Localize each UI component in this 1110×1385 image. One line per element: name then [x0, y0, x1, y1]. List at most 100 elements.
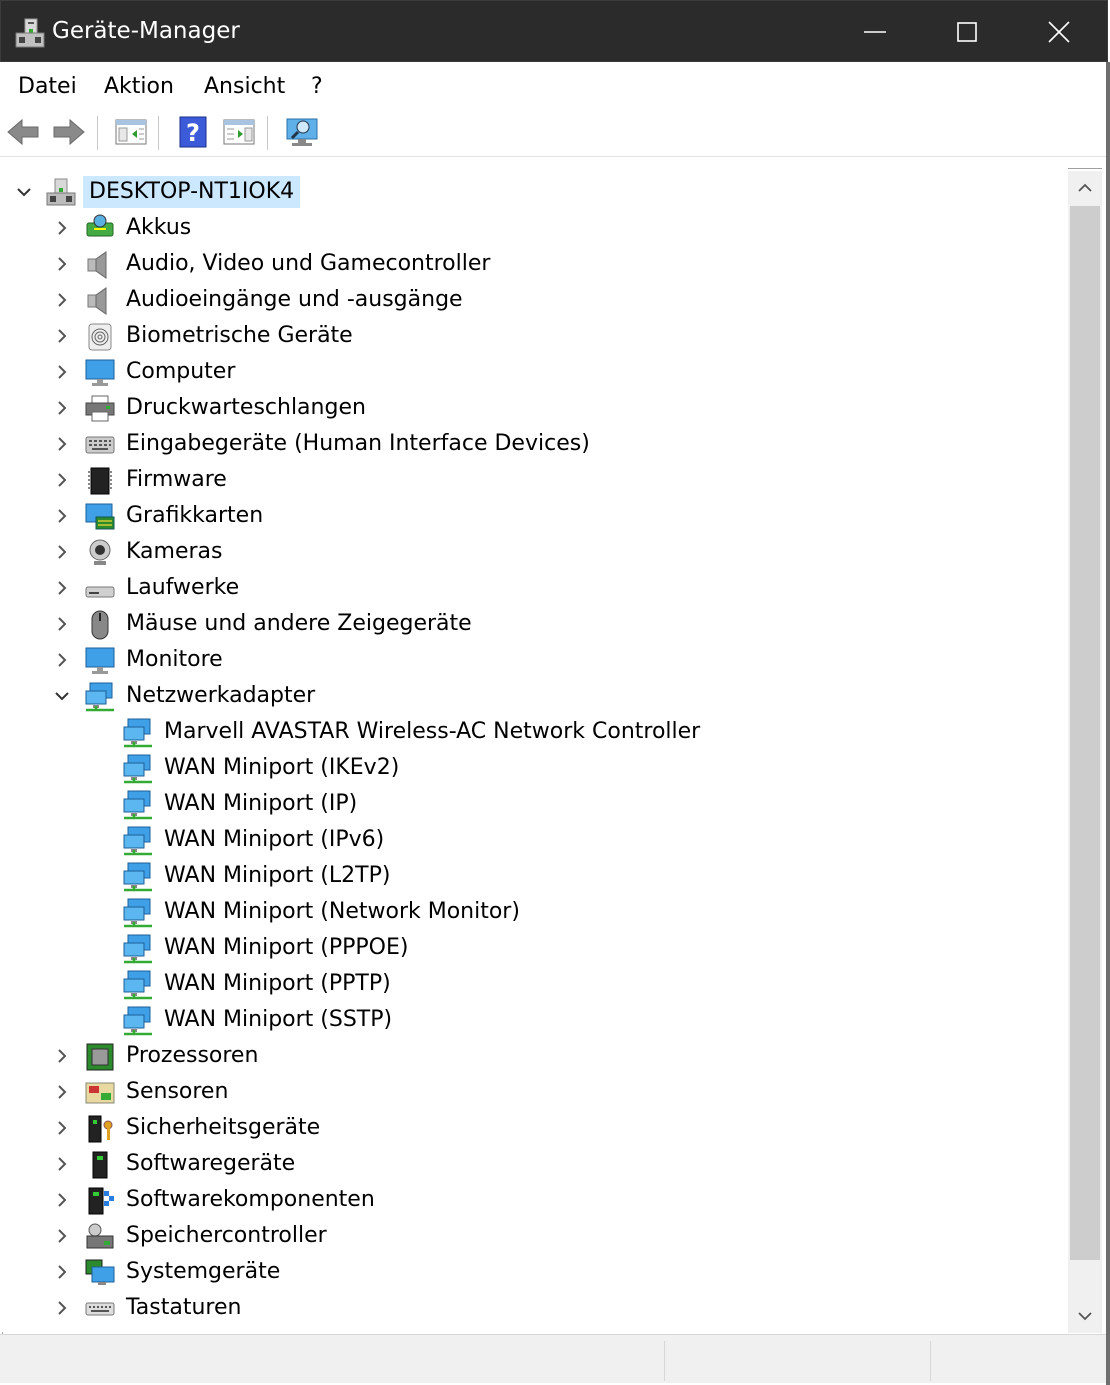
speaker-icon — [84, 285, 116, 315]
chevron-right-icon — [58, 293, 67, 307]
action-pane-button[interactable] — [222, 116, 256, 148]
tree-category-mäuse-und-andere-zeigegeräte[interactable]: Mäuse und andere Zeigegeräte — [0, 606, 1068, 642]
expand-toggle[interactable] — [52, 1226, 72, 1246]
action-pane-icon — [223, 119, 255, 145]
tree-category-sicherheitsgeräte[interactable]: Sicherheitsgeräte — [0, 1110, 1068, 1146]
tree-category-tastaturen[interactable]: Tastaturen — [0, 1290, 1068, 1326]
expand-toggle[interactable] — [52, 1082, 72, 1102]
tree-category-sensoren[interactable]: Sensoren — [0, 1074, 1068, 1110]
tree-category-speichercontroller[interactable]: Speichercontroller — [0, 1218, 1068, 1254]
collapse-toggle[interactable] — [14, 182, 34, 202]
tree-device-label: WAN Miniport (PPTP) — [164, 971, 391, 996]
tree-device-item[interactable]: WAN Miniport (IP) — [0, 786, 1068, 822]
tree-category-label: Akkus — [126, 215, 192, 240]
software-device-icon — [92, 1151, 108, 1179]
device-tree[interactable]: DESKTOP-NT1IOK4 Akkus Audio, Video und Gam… — [0, 168, 1068, 1332]
tree-category-systemgeräte[interactable]: Systemgeräte — [0, 1254, 1068, 1290]
expand-toggle[interactable] — [52, 218, 72, 238]
menu-aktion[interactable]: Aktion — [104, 74, 174, 99]
tree-category-laufwerke[interactable]: Laufwerke — [0, 570, 1068, 606]
expand-toggle[interactable] — [52, 434, 72, 454]
tree-category-computer[interactable]: Computer — [0, 354, 1068, 390]
tree-category-biometrische-geräte[interactable]: Biometrische Geräte — [0, 318, 1068, 354]
expand-toggle[interactable] — [52, 398, 72, 418]
close-button[interactable] — [1013, 1, 1105, 63]
scroll-down-button[interactable] — [1068, 1299, 1102, 1333]
forward-button[interactable] — [52, 116, 86, 148]
expand-toggle[interactable] — [52, 326, 72, 346]
computer-monitor-icon — [84, 357, 116, 387]
menu-ansicht[interactable]: Ansicht — [204, 74, 285, 99]
expand-toggle[interactable] — [52, 614, 72, 634]
collapse-toggle[interactable] — [52, 686, 72, 706]
expand-toggle[interactable] — [52, 362, 72, 382]
expand-toggle[interactable] — [52, 1118, 72, 1138]
chevron-right-icon — [58, 545, 67, 559]
sensor-icon — [85, 1082, 115, 1104]
tree-category-softwaregeräte[interactable]: Softwaregeräte — [0, 1146, 1068, 1182]
hid-keyboard-icon — [85, 436, 115, 454]
network-child-icon — [123, 1006, 152, 1036]
tree-root[interactable]: DESKTOP-NT1IOK4 — [0, 174, 1068, 210]
tree-device-label: WAN Miniport (IP) — [164, 791, 358, 816]
console-tree-button[interactable] — [114, 116, 148, 148]
tree-device-label: Marvell AVASTAR Wireless-AC Network Cont… — [164, 719, 701, 744]
tree-category-audio-video-und-gamecontroller[interactable]: Audio, Video und Gamecontroller — [0, 246, 1068, 282]
menu-help[interactable]: ? — [311, 74, 323, 99]
scan-hardware-button[interactable] — [284, 116, 318, 148]
tree-category-akkus[interactable]: Akkus — [0, 210, 1068, 246]
expand-toggle[interactable] — [52, 1262, 72, 1282]
tree-device-label: WAN Miniport (SSTP) — [164, 1007, 393, 1032]
tree-category-audioeingänge-und-ausgänge[interactable]: Audioeingänge und -ausgänge — [0, 282, 1068, 318]
vertical-scrollbar[interactable] — [1068, 171, 1102, 1333]
minimize-button[interactable] — [829, 1, 921, 63]
title-bar[interactable]: Geräte-Manager — [0, 0, 1108, 62]
expand-toggle[interactable] — [52, 254, 72, 274]
tree-category-grafikkarten[interactable]: Grafikkarten — [0, 498, 1068, 534]
expand-toggle[interactable] — [52, 1298, 72, 1318]
tree-category-label: Grafikkarten — [126, 503, 264, 528]
tree-category-kameras[interactable]: Kameras — [0, 534, 1068, 570]
tree-device-item[interactable]: WAN Miniport (PPTP) — [0, 966, 1068, 1002]
tree-category-prozessoren[interactable]: Prozessoren — [0, 1038, 1068, 1074]
tree-category-softwarekomponenten[interactable]: Softwarekomponenten — [0, 1182, 1068, 1218]
network-child-icon — [122, 861, 154, 892]
tree-device-item[interactable]: WAN Miniport (IKEv2) — [0, 750, 1068, 786]
tree-category-label: Eingabegeräte (Human Interface Devices) — [126, 431, 590, 456]
tree-device-item[interactable]: WAN Miniport (L2TP) — [0, 858, 1068, 894]
help-button[interactable]: ? — [176, 116, 210, 148]
expand-toggle[interactable] — [52, 578, 72, 598]
disk-drive-icon — [85, 586, 115, 598]
tree-device-item[interactable]: Marvell AVASTAR Wireless-AC Network Cont… — [0, 714, 1068, 750]
tree-device-label: WAN Miniport (L2TP) — [164, 863, 391, 888]
tree-category-monitore[interactable]: Monitore — [0, 642, 1068, 678]
expand-toggle[interactable] — [52, 1190, 72, 1210]
tree-device-item[interactable]: WAN Miniport (PPPOE) — [0, 930, 1068, 966]
network-child-icon — [122, 753, 154, 784]
tree-category-firmware[interactable]: Firmware — [0, 462, 1068, 498]
network-child-icon — [122, 825, 154, 856]
tree-device-label: WAN Miniport (PPPOE) — [164, 935, 409, 960]
tree-category-eingabegeräte-human-interface-devices[interactable]: Eingabegeräte (Human Interface Devices) — [0, 426, 1068, 462]
expand-toggle[interactable] — [52, 290, 72, 310]
scroll-thumb[interactable] — [1070, 206, 1100, 1260]
tree-device-item[interactable]: WAN Miniport (Network Monitor) — [0, 894, 1068, 930]
tree-device-item[interactable]: WAN Miniport (IPv6) — [0, 822, 1068, 858]
back-button[interactable] — [6, 116, 40, 148]
expand-toggle[interactable] — [52, 650, 72, 670]
status-bar — [0, 1334, 1106, 1383]
expand-toggle[interactable] — [52, 542, 72, 562]
expand-toggle[interactable] — [52, 470, 72, 490]
chevron-right-icon — [58, 221, 67, 235]
security-device-icon — [84, 1113, 116, 1143]
system-device-icon — [85, 1259, 115, 1285]
expand-toggle[interactable] — [52, 506, 72, 526]
maximize-button[interactable] — [921, 1, 1013, 63]
expand-toggle[interactable] — [52, 1154, 72, 1174]
tree-category-netzwerkadapter[interactable]: Netzwerkadapter — [0, 678, 1068, 714]
scroll-up-button[interactable] — [1068, 171, 1102, 205]
expand-toggle[interactable] — [52, 1046, 72, 1066]
tree-device-item[interactable]: WAN Miniport (SSTP) — [0, 1002, 1068, 1038]
menu-datei[interactable]: Datei — [18, 74, 77, 99]
tree-category-druckwarteschlangen[interactable]: Druckwarteschlangen — [0, 390, 1068, 426]
